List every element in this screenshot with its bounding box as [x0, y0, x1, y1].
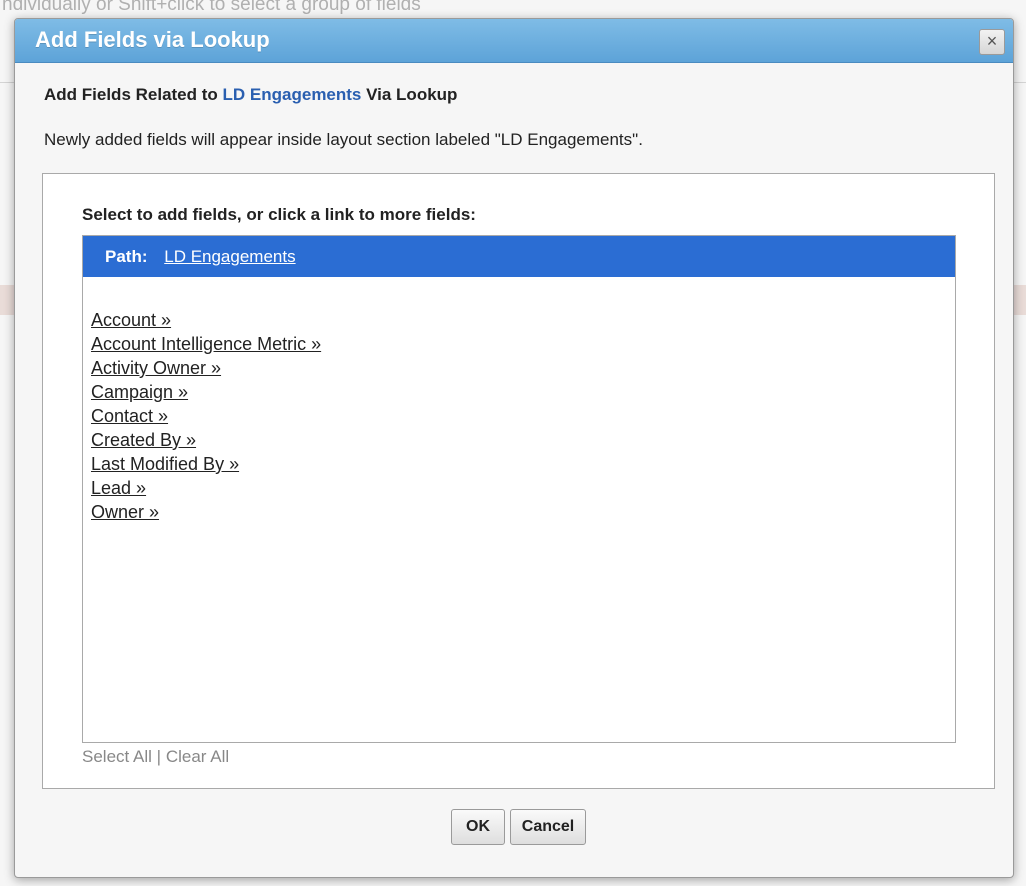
select-separator: | [156, 747, 162, 766]
lookup-list: Account » Account Intelligence Metric » … [91, 308, 321, 524]
lookup-link-contact[interactable]: Contact » [91, 404, 321, 428]
select-all-link[interactable]: Select All [82, 747, 152, 766]
path-row: Path: LD Engagements [83, 236, 955, 277]
clear-all-link[interactable]: Clear All [166, 747, 229, 766]
background-hint-text: ndividually or Shift+click to select a g… [2, 0, 421, 15]
lookup-link-last-modified-by[interactable]: Last Modified By » [91, 452, 321, 476]
heading-suffix: Via Lookup [361, 85, 458, 104]
lookup-link-account-intelligence-metric[interactable]: Account Intelligence Metric » [91, 332, 321, 356]
lookup-link-account[interactable]: Account » [91, 308, 321, 332]
add-fields-dialog: Add Fields via Lookup × Add Fields Relat… [14, 18, 1014, 878]
path-link[interactable]: LD Engagements [164, 247, 295, 266]
heading-prefix: Add Fields Related to [44, 85, 223, 104]
lookup-link-owner[interactable]: Owner » [91, 500, 321, 524]
dialog-description: Newly added fields will appear inside la… [44, 130, 643, 149]
dialog-heading: Add Fields Related to LD Engagements Via… [44, 85, 457, 105]
dialog-titlebar: Add Fields via Lookup × [15, 19, 1013, 63]
fields-listbox[interactable]: Path: LD Engagements Account » Account I… [82, 235, 956, 743]
lookup-link-lead[interactable]: Lead » [91, 476, 321, 500]
lookup-link-activity-owner[interactable]: Activity Owner » [91, 356, 321, 380]
lookup-link-campaign[interactable]: Campaign » [91, 380, 321, 404]
dialog-title: Add Fields via Lookup [35, 27, 270, 52]
heading-object-name: LD Engagements [222, 85, 362, 104]
select-controls: Select All | Clear All [82, 747, 229, 767]
ok-button[interactable]: OK [451, 809, 505, 845]
path-label: Path: [105, 247, 148, 266]
close-icon[interactable]: × [979, 29, 1005, 55]
select-prompt: Select to add fields, or click a link to… [82, 205, 476, 224]
lookup-link-created-by[interactable]: Created By » [91, 428, 321, 452]
fields-panel: Select to add fields, or click a link to… [42, 173, 995, 789]
cancel-button[interactable]: Cancel [510, 809, 586, 845]
